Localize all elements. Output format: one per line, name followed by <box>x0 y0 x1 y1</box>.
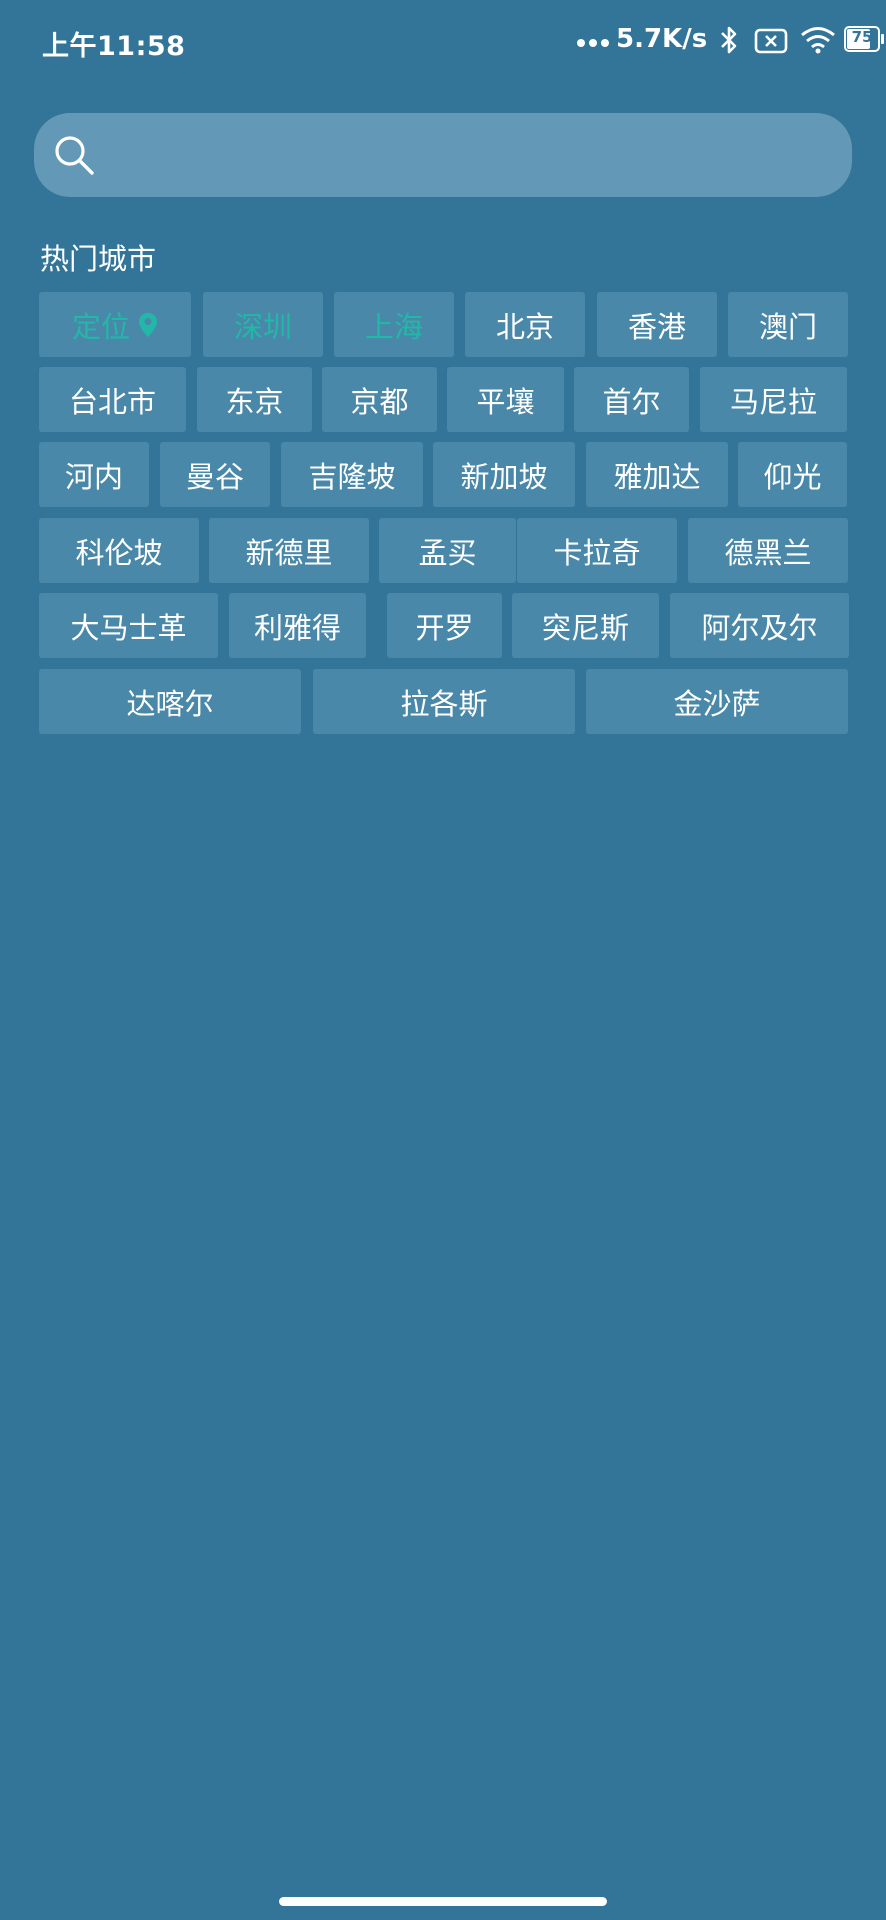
city-chip[interactable]: 新德里 <box>209 518 369 583</box>
city-chip-label: 台北市 <box>68 384 156 419</box>
no-sim-icon <box>754 28 788 54</box>
net-speed: 5.7K/s <box>616 24 708 54</box>
status-icons: 5.7K/s 75 <box>526 22 886 56</box>
city-chip-label: 吉隆坡 <box>308 459 396 494</box>
locate-button[interactable]: 定位 <box>39 292 191 357</box>
city-chip[interactable]: 开罗 <box>387 593 502 658</box>
city-chip[interactable]: 深圳 <box>203 292 323 357</box>
battery-icon: 75 <box>844 26 884 52</box>
city-chip[interactable]: 新加坡 <box>433 442 575 507</box>
location-pin-icon <box>139 312 157 337</box>
city-chip-label: 定位 <box>71 309 130 344</box>
city-chip[interactable]: 台北市 <box>39 367 186 432</box>
city-chip[interactable]: 阿尔及尔 <box>670 593 849 658</box>
more-dots-icon <box>577 39 609 47</box>
city-chip[interactable]: 京都 <box>322 367 437 432</box>
city-chip-label: 阿尔及尔 <box>701 610 818 645</box>
search-bar[interactable] <box>34 113 852 197</box>
city-chip-label: 曼谷 <box>185 459 244 494</box>
city-chip-label: 上海 <box>364 309 423 344</box>
city-chip-label: 雅加达 <box>613 459 701 494</box>
city-chip[interactable]: 卡拉奇 <box>517 518 677 583</box>
city-chip-label: 澳门 <box>758 309 817 344</box>
city-chip[interactable]: 澳门 <box>728 292 848 357</box>
city-chip-label: 科伦坡 <box>75 535 163 570</box>
city-chip[interactable]: 曼谷 <box>160 442 270 507</box>
city-chip-label: 开罗 <box>415 610 474 645</box>
city-chip-label: 拉各斯 <box>400 686 488 721</box>
city-chip-label: 马尼拉 <box>729 384 817 419</box>
city-chip-label: 利雅得 <box>253 610 341 645</box>
city-chip[interactable]: 首尔 <box>574 367 689 432</box>
wifi-icon <box>801 27 835 54</box>
city-chip[interactable]: 仰光 <box>738 442 847 507</box>
city-chip[interactable]: 上海 <box>334 292 454 357</box>
city-chip-label: 平壤 <box>476 384 535 419</box>
hot-cities-title: 热门城市 <box>40 242 157 276</box>
city-chip-label: 达喀尔 <box>126 686 214 721</box>
city-chip[interactable]: 雅加达 <box>586 442 728 507</box>
city-chip-label: 新德里 <box>245 535 333 570</box>
city-chip[interactable]: 马尼拉 <box>700 367 847 432</box>
city-chip[interactable]: 拉各斯 <box>313 669 575 734</box>
city-chip[interactable]: 德黑兰 <box>688 518 848 583</box>
city-chip-label: 德黑兰 <box>724 535 812 570</box>
city-chip-label: 北京 <box>495 309 554 344</box>
city-chip[interactable]: 金沙萨 <box>586 669 848 734</box>
search-input[interactable] <box>114 113 834 197</box>
battery-level: 75 <box>851 28 873 46</box>
city-chip[interactable]: 河内 <box>39 442 149 507</box>
city-chip-label: 京都 <box>350 384 409 419</box>
city-chip[interactable]: 达喀尔 <box>39 669 301 734</box>
city-chip[interactable]: 东京 <box>197 367 312 432</box>
city-chip[interactable]: 大马士革 <box>39 593 218 658</box>
city-chip-label: 香港 <box>627 309 686 344</box>
city-chip[interactable]: 突尼斯 <box>512 593 659 658</box>
city-chip[interactable]: 孟买 <box>379 518 516 583</box>
city-chip[interactable]: 吉隆坡 <box>281 442 423 507</box>
home-indicator[interactable] <box>279 1897 607 1906</box>
city-chip-label: 突尼斯 <box>541 610 629 645</box>
city-chip-label: 金沙萨 <box>673 686 761 721</box>
city-chip[interactable]: 利雅得 <box>229 593 366 658</box>
city-chip[interactable]: 科伦坡 <box>39 518 199 583</box>
city-chip[interactable]: 平壤 <box>447 367 564 432</box>
city-chip-label: 首尔 <box>602 384 661 419</box>
city-chip[interactable]: 北京 <box>465 292 585 357</box>
city-chip-label: 深圳 <box>233 309 292 344</box>
city-chip-label: 河内 <box>64 459 123 494</box>
status-time: 上午11:58 <box>42 31 186 62</box>
city-chip-label: 仰光 <box>763 459 822 494</box>
city-chip-label: 东京 <box>225 384 284 419</box>
city-chip-label: 孟买 <box>418 535 477 570</box>
bluetooth-icon <box>721 26 737 54</box>
city-chip-label: 新加坡 <box>460 459 548 494</box>
city-chip[interactable]: 香港 <box>597 292 717 357</box>
search-icon <box>55 136 94 175</box>
city-chip-label: 大马士革 <box>70 610 187 645</box>
city-chip-label: 卡拉奇 <box>553 535 641 570</box>
status-bar: 上午11:58 5.7K/s 75 <box>0 0 886 80</box>
